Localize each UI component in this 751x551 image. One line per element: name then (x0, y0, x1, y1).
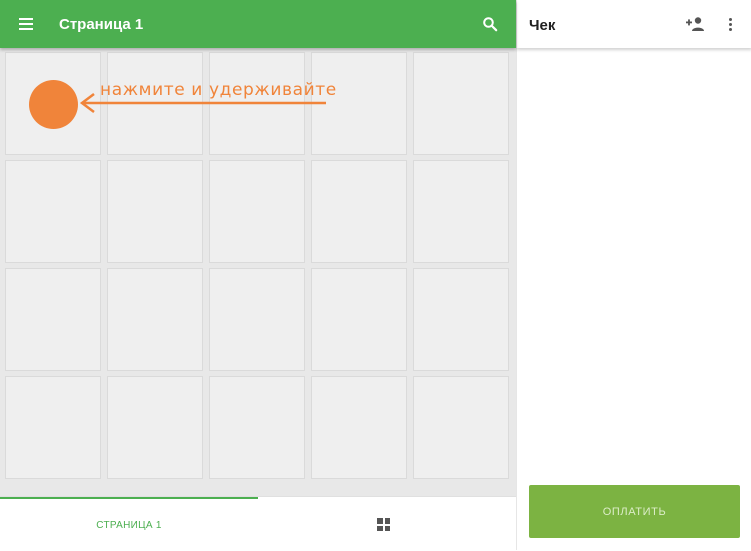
receipt-panel: Чек ОПЛАТИТЬ (516, 0, 751, 550)
product-tile[interactable] (311, 268, 407, 371)
product-tile[interactable] (413, 268, 509, 371)
product-tile[interactable] (413, 376, 509, 479)
product-tile[interactable] (107, 160, 203, 263)
pay-button[interactable]: ОПЛАТИТЬ (529, 485, 740, 538)
product-tile[interactable] (209, 376, 305, 479)
add-person-icon[interactable] (685, 16, 705, 32)
hint-text: нажмите и удерживайте (100, 80, 337, 100)
product-tile[interactable] (413, 160, 509, 263)
receipt-title: Чек (529, 17, 556, 34)
product-tile[interactable] (5, 160, 101, 263)
product-tile[interactable] (107, 268, 203, 371)
product-tile[interactable] (209, 268, 305, 371)
tab-all-pages[interactable] (258, 497, 516, 551)
page-tabs: СТРАНИЦА 1 (0, 496, 516, 551)
search-icon[interactable] (482, 16, 498, 32)
menu-icon[interactable] (19, 18, 33, 30)
product-tile[interactable] (413, 52, 509, 155)
more-vert-icon[interactable] (726, 16, 736, 34)
product-tile[interactable] (5, 376, 101, 479)
pay-button-label: ОПЛАТИТЬ (602, 506, 667, 518)
product-tile[interactable] (311, 376, 407, 479)
touch-hint-circle (29, 80, 78, 129)
product-panel: Страница 1 нажмите и удерживайте СТРАНИЦ… (0, 0, 516, 551)
product-grid (5, 52, 513, 479)
product-tile[interactable] (107, 376, 203, 479)
product-tile[interactable] (311, 160, 407, 263)
product-tile[interactable] (5, 268, 101, 371)
grid-icon (377, 518, 390, 531)
product-tile[interactable] (209, 160, 305, 263)
page-title: Страница 1 (59, 16, 144, 33)
receipt-header: Чек (517, 0, 751, 48)
tab-page-1-label: СТРАНИЦА 1 (96, 520, 162, 531)
tab-page-1[interactable]: СТРАНИЦА 1 (0, 497, 258, 551)
app-bar: Страница 1 (0, 0, 516, 48)
